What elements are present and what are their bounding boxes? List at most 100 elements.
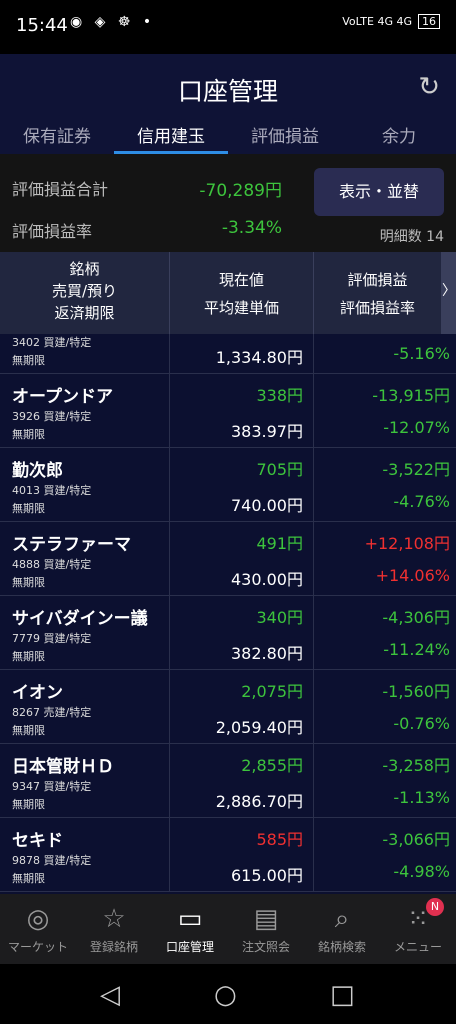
signal-text: VoLTE 4G 4G [342,15,412,28]
row-expiry: 無期限 [12,428,45,441]
status-bar: 15:44 ◉ ◈ ☸ • VoLTE 4G 4G 16 [0,0,456,54]
status-time: 15:44 [16,15,68,36]
header-col-price[interactable]: 現在値 平均建単価 [170,252,314,334]
page-title: 口座管理 [177,77,278,106]
row-pl-rate: -1.13% [393,788,450,807]
row-code: 4888 買建/特定 [12,558,92,571]
row-avg-price: 2,886.70円 [215,792,303,811]
row-expiry: 無期限 [12,872,45,885]
row-pl-rate: -4.76% [393,492,450,511]
nav-market[interactable]: ◎ マーケット [0,894,76,964]
row-pl-rate: -12.07% [383,418,450,437]
row-pl-rate: +14.06% [375,566,450,585]
row-avg-price: 1,334.80円 [215,348,303,367]
row-current-price: 2,855円 [241,756,303,775]
display-sort-button[interactable]: 表示・並替 [314,168,444,216]
header-col-pl[interactable]: 評価損益 評価損益率 [314,252,442,334]
row-expiry: 無期限 [12,502,45,515]
row-pl: -3,258円 [382,756,450,775]
row-avg-price: 2,059.40円 [215,718,303,737]
row-current-price: 491円 [256,534,303,553]
star-icon: ☆ [102,904,126,934]
nav-menu[interactable]: ⁙ メニュー N [380,894,456,964]
table-row[interactable]: 3402 買建/特定 無期限 1,334.80円 -5.16% [0,334,456,374]
row-current-price: 705円 [256,460,303,479]
scroll-right-icon[interactable]: 〉 [442,252,456,334]
row-stock-name: 日本管財ＨＤ [12,757,114,777]
refresh-icon[interactable]: ↻ [418,72,440,102]
row-current-price: 338円 [256,386,303,405]
app-header: 口座管理 ↻ 保有証券 信用建玉 評価損益 余力 [0,54,456,154]
row-expiry: 無期限 [12,798,45,811]
row-code: 7779 買建/特定 [12,632,92,645]
row-expiry: 無期限 [12,650,45,663]
row-pl-rate: -11.24% [383,640,450,659]
row-stock-name: 勤次郎 [12,461,63,481]
row-stock-name: ステラファーマ [12,535,131,555]
summary-panel: 評価損益合計 -70,289円 評価損益率 -3.34% 表示・並替 明細数 1… [0,154,456,252]
row-pl: -3,522円 [382,460,450,479]
row-stock-name: イオン [12,683,63,703]
table-row[interactable]: イオン 8267 売建/特定 無期限 2,075円 2,059.40円 -1,560円 -0… [0,670,456,744]
table-row[interactable]: ステラファーマ 4888 買建/特定 無期限 491円 430.00円 +12,108円 +… [0,522,456,596]
pl-rate-value: -3.34% [221,218,282,238]
system-navigation: ◁ ○ □ [0,964,456,1024]
row-pl: -1,560円 [382,682,450,701]
row-current-price: 585円 [256,830,303,849]
header-col-stock[interactable]: 銘柄 売買/預り 返済期限 [0,252,170,334]
detail-count: 明細数 14 [379,229,444,245]
table-row[interactable]: 日本管財ＨＤ 9347 買建/特定 無期限 2,855円 2,886.70円 -3,258… [0,744,456,818]
tab-pl[interactable]: 評価損益 [228,118,342,154]
row-pl: -4,306円 [382,608,450,627]
table-row[interactable]: セキド 9878 買建/特定 無期限 585円 615.00円 -3,066円 -4.98% [0,818,456,892]
battery-icon: 16 [418,14,440,29]
card-icon: ▭ [177,904,203,934]
row-pl-rate: -5.16% [393,344,450,363]
table-header: 銘柄 売買/預り 返済期限 現在値 平均建単価 評価損益 評価損益率 〉 [0,252,456,334]
row-avg-price: 382.80円 [231,644,303,663]
row-code: 4013 買建/特定 [12,484,92,497]
tab-margin[interactable]: 信用建玉 [114,118,228,154]
positions-table[interactable]: 3402 買建/特定 無期限 1,334.80円 -5.16% オープンドア 39… [0,334,456,894]
nav-search[interactable]: ⌕ 銘柄検索 [304,894,380,964]
table-row[interactable]: サイバダインー議 7779 買建/特定 無期限 340円 382.80円 -4,306円 -… [0,596,456,670]
home-icon[interactable]: ○ [214,980,237,1010]
row-avg-price: 615.00円 [231,866,303,885]
row-expiry: 無期限 [12,576,45,589]
row-expiry: 無期限 [12,354,45,367]
pl-rate-label: 評価損益率 [12,222,93,241]
tab-holdings[interactable]: 保有証券 [0,118,114,154]
row-pl: +12,108円 [364,534,450,553]
back-icon[interactable]: ◁ [100,980,120,1010]
nav-watchlist[interactable]: ☆ 登録銘柄 [76,894,152,964]
row-pl: -3,066円 [382,830,450,849]
row-pl-rate: -0.76% [393,714,450,733]
row-pl-rate: -4.98% [393,862,450,881]
row-code: 9347 買建/特定 [12,780,92,793]
nav-account[interactable]: ▭ 口座管理 [152,894,228,964]
menu-badge: N [426,898,444,916]
recents-icon[interactable]: □ [330,980,355,1010]
row-current-price: 2,075円 [241,682,303,701]
row-code: 9878 買建/特定 [12,854,92,867]
row-expiry: 無期限 [12,724,45,737]
row-code: 3402 買建/特定 [12,336,92,349]
search-icon: ⌕ [334,904,350,934]
row-avg-price: 383.97円 [231,422,303,441]
total-pl-label: 評価損益合計 [12,180,109,199]
status-right: VoLTE 4G 4G 16 [342,14,440,29]
row-pl: -13,915円 [372,386,450,405]
document-icon: ▤ [253,904,279,934]
nav-orders[interactable]: ▤ 注文照会 [228,894,304,964]
row-avg-price: 740.00円 [231,496,303,515]
bottom-navigation: ◎ マーケット ☆ 登録銘柄 ▭ 口座管理 ▤ 注文照会 ⌕ 銘柄検索 ⁙ メニュー N [0,894,456,964]
globe-icon: ◎ [26,904,50,934]
tab-bar: 保有証券 信用建玉 評価損益 余力 [0,118,456,154]
row-code: 3926 買建/特定 [12,410,92,423]
row-stock-name: オープンドア [12,387,113,407]
row-avg-price: 430.00円 [231,570,303,589]
table-row[interactable]: オープンドア 3926 買建/特定 無期限 338円 383.97円 -13,915円 -1… [0,374,456,448]
table-row[interactable]: 勤次郎 4013 買建/特定 無期限 705円 740.00円 -3,522円 -4.76% [0,448,456,522]
tab-capacity[interactable]: 余力 [342,118,456,154]
row-stock-name: セキド [12,831,63,851]
